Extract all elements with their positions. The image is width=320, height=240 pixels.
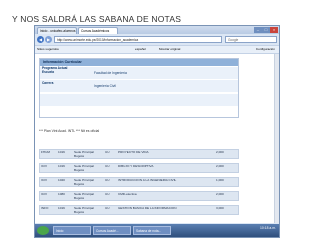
address-bar[interactable]: http://www.unimorte.edu.pe/2010/informac… [54, 36, 222, 43]
course-number: 1020 [58, 178, 65, 182]
taskbar-item[interactable]: Inicio [53, 226, 91, 235]
taskbar-item[interactable]: Sabana de nota... [133, 226, 171, 235]
taskbar: Inicio Cursos Acadé... Sabana de nota...… [35, 224, 279, 237]
course-code: ICIV [41, 178, 48, 182]
info-row [40, 94, 238, 107]
table-row: FHUM 1016 Sede Principal Bogotá UU PROYE… [39, 149, 239, 159]
tab-inicio[interactable]: Inicio - unicafeo-alumnos [37, 27, 77, 34]
page-content: Información Curricular Programa Actual E… [35, 54, 279, 223]
course-credits: 1,000 [216, 178, 224, 182]
language-selector[interactable]: español [135, 46, 146, 52]
course-code: FHUM [41, 150, 50, 154]
table-row: INFO 1016 Sede Principal Bogotá UU GESTI… [39, 205, 239, 215]
course-name: PROYECTO DE VIDA [118, 150, 149, 154]
course-unit: UU [105, 150, 110, 154]
browser-window: Inicio - unicafeo-alumnos Cursos Académi… [34, 25, 280, 238]
course-name: GESTION BASICA DE LA INFORMACION [118, 206, 177, 210]
info-label: Programa Actual Escuela [42, 66, 68, 74]
info-label: Carrera [42, 81, 54, 85]
course-code: ICIV [41, 164, 48, 168]
course-code: INFO [41, 206, 49, 210]
info-value: Facultad de Ingeniería [94, 71, 127, 75]
course-number: 1016 [58, 150, 65, 154]
info-row: Carrera Ingeniería Civil [40, 80, 238, 93]
tab-strip: Inicio - unicafeo-alumnos Cursos Académi… [35, 26, 279, 34]
forward-button[interactable]: ▶ [45, 36, 52, 43]
course-number: 1080 [58, 192, 65, 196]
plan-note: *** Plan Vint Acad. INTL *** Nit es ofic… [39, 129, 100, 133]
course-credits: 2,000 [216, 164, 224, 168]
course-name: INTRODUCCION A LA INGENIERIA CIVIL [118, 178, 177, 182]
slide-title: Y NOS SALDRÁ LAS SABANA DE NOTAS [12, 14, 182, 24]
info-row: Programa Actual Escuela Facultad de Inge… [40, 66, 238, 80]
table-row: ICIV 1020 Sede Principal Bogotá UU INTRO… [39, 177, 239, 187]
course-credits: 2,000 [216, 150, 224, 154]
start-button[interactable] [37, 226, 49, 235]
course-campus: Sede Principal Bogotá [74, 192, 94, 200]
back-button[interactable]: ◀ [37, 36, 44, 43]
tab-cursos[interactable]: Cursos Académicos [78, 27, 118, 34]
table-row: ICIV 1080 Sede Principal Bogotá UU CMD-e… [39, 191, 239, 201]
show-original-button[interactable]: Mostrar original [159, 46, 180, 52]
address-row: ◀ ▶ http://www.unimorte.edu.pe/2010/info… [35, 35, 279, 44]
course-unit: UU [105, 178, 110, 182]
course-name: DIBUJO Y DESCRIPTIVA [118, 164, 154, 168]
panel-title: Información Curricular [40, 59, 238, 66]
maximize-icon[interactable]: □ [262, 27, 270, 33]
course-campus: Sede Principal Bogotá [74, 164, 94, 172]
info-value: Ingeniería Civil [94, 84, 116, 88]
course-unit: UU [105, 206, 110, 210]
course-campus: Sede Principal Bogotá [74, 206, 94, 214]
course-unit: UU [105, 164, 110, 168]
configuration-button[interactable]: Configuración [256, 46, 275, 52]
course-credits: 3,000 [216, 206, 224, 210]
search-input[interactable]: Google [225, 36, 277, 43]
course-number: 1016 [58, 164, 65, 168]
favorites-link[interactable]: Sitios sugeridos [37, 46, 59, 52]
taskbar-clock: 10:18 a.m. [259, 226, 276, 230]
curricular-panel: Información Curricular Programa Actual E… [39, 58, 239, 118]
table-row: ICIV 1016 Sede Principal Bogotá UU DIBUJ… [39, 163, 239, 173]
course-campus: Sede Principal Bogotá [74, 178, 94, 186]
minimize-icon[interactable]: – [254, 27, 262, 33]
course-unit: UU [105, 192, 110, 196]
vertical-scrollbar[interactable] [274, 54, 279, 223]
course-campus: Sede Principal Bogotá [74, 150, 94, 158]
course-number: 1016 [58, 206, 65, 210]
course-code: ICIV [41, 192, 48, 196]
course-name: CMD-electiva [118, 192, 137, 196]
close-icon[interactable]: × [270, 27, 278, 33]
favorites-bar: Sitios sugeridos español Mostrar origina… [35, 45, 279, 54]
course-credits: 2,000 [216, 192, 224, 196]
taskbar-item[interactable]: Cursos Acadé... [93, 226, 131, 235]
